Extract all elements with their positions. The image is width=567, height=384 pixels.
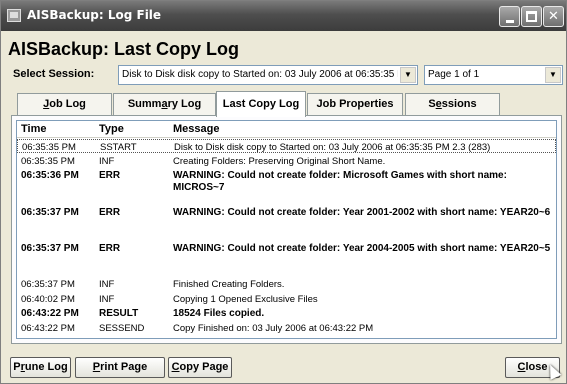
row-time: 06:40:02 PM [21, 294, 75, 305]
row-message: Copying 1 Opened Exclusive Files [173, 294, 318, 305]
maximize-icon [526, 11, 537, 22]
close-icon: ✕ [548, 9, 559, 24]
log-list[interactable]: Time Type Message 06:35:35 PM SSTART Dis… [16, 120, 557, 339]
maximize-button[interactable] [521, 6, 542, 27]
row-time: 06:35:35 PM [22, 142, 76, 153]
window-app-icon [7, 9, 21, 22]
row-message: WARNING: Could not create folder: Year 2… [173, 243, 551, 254]
page-title: AISBackup: Last Copy Log [8, 39, 240, 59]
minimize-icon [505, 20, 514, 23]
row-time: 06:35:35 PM [21, 156, 75, 167]
table-row[interactable]: 06:35:35 PM SSTART Disk to Disk disk cop… [17, 139, 556, 153]
row-type: RESULT [99, 308, 139, 319]
table-row[interactable]: 06:43:22 PM RESULT 18524 Files copied. [17, 306, 556, 320]
row-message: Creating Folders: Preserving Original Sh… [173, 156, 386, 167]
row-type: ERR [99, 207, 121, 218]
row-time: 06:43:22 PM [21, 323, 75, 334]
row-type: SSTART [100, 142, 137, 153]
print-page-button[interactable]: Print Page [75, 357, 165, 378]
session-select-value: Disk to Disk disk copy to Started on: 03… [122, 69, 398, 80]
table-row[interactable]: 06:35:37 PM ERR WARNING: Could not creat… [17, 241, 556, 271]
table-row[interactable]: 06:35:35 PM INF Creating Folders: Preser… [17, 154, 556, 168]
dropdown-arrow-icon[interactable]: ▼ [545, 67, 561, 83]
tab-job-log[interactable]: Job Log [17, 93, 112, 116]
row-time: 06:35:37 PM [21, 279, 75, 290]
window-title: AISBackup: Log File [27, 8, 162, 22]
row-type: INF [99, 156, 115, 167]
title-bar[interactable]: AISBackup: Log File ✕ [1, 1, 566, 31]
table-row[interactable]: 06:43:22 PM SESSEND Copy Finished on: 03… [17, 321, 556, 335]
row-message: WARNING: Could not create folder: Micros… [173, 170, 507, 193]
row-time: 06:35:37 PM [21, 207, 79, 218]
row-time: 06:35:36 PM [21, 170, 79, 181]
column-header-message[interactable]: Message [173, 123, 219, 135]
dropdown-arrow-icon[interactable]: ▼ [400, 67, 416, 83]
column-header-type[interactable]: Type [99, 123, 124, 135]
row-type: ERR [99, 243, 121, 254]
copy-page-button[interactable]: Copy Page [168, 357, 232, 378]
row-message: Copy Finished on: 03 July 2006 at 06:43:… [173, 323, 374, 334]
tab-last-copy-log[interactable]: Last Copy Log [216, 91, 306, 117]
row-type: ERR [99, 170, 121, 181]
tab-job-properties[interactable]: Job Properties [307, 93, 403, 116]
page-select-value: Page 1 of 1 [428, 69, 480, 80]
tab-panel: Time Type Message 06:35:35 PM SSTART Dis… [11, 115, 562, 344]
minimize-button[interactable] [499, 6, 520, 27]
row-message: 18524 Files copied. [173, 308, 265, 319]
row-message: Finished Creating Folders. [173, 279, 285, 290]
log-file-window: AISBackup: Log File ✕ AISBackup: Last Co… [0, 0, 567, 384]
tab-summary-log[interactable]: Summary Log [113, 93, 216, 116]
page-select[interactable]: Page 1 of 1 ▼ [424, 65, 563, 85]
session-select[interactable]: Disk to Disk disk copy to Started on: 03… [118, 65, 418, 85]
prune-log-button[interactable]: Prune Log [10, 357, 71, 378]
row-message: Disk to Disk disk copy to Started on: 03… [174, 142, 491, 153]
table-row[interactable]: 06:35:36 PM ERR WARNING: Could not creat… [17, 168, 556, 198]
row-time: 06:43:22 PM [21, 308, 79, 319]
row-time: 06:35:37 PM [21, 243, 79, 254]
row-type: INF [99, 279, 115, 290]
row-type: INF [99, 294, 115, 305]
column-header-time[interactable]: Time [21, 123, 46, 135]
close-window-button[interactable]: ✕ [543, 6, 564, 27]
select-session-label: Select Session: [13, 68, 95, 80]
table-row[interactable]: 06:35:37 PM INF Finished Creating Folder… [17, 277, 556, 291]
row-message: WARNING: Could not create folder: Year 2… [173, 207, 551, 218]
tab-sessions[interactable]: Sessions [405, 93, 500, 116]
row-type: SESSEND [99, 323, 145, 334]
table-row[interactable]: 06:40:02 PM INF Copying 1 Opened Exclusi… [17, 292, 556, 306]
table-row[interactable]: 06:35:37 PM ERR WARNING: Could not creat… [17, 205, 556, 235]
log-list-header: Time Type Message [17, 121, 556, 138]
